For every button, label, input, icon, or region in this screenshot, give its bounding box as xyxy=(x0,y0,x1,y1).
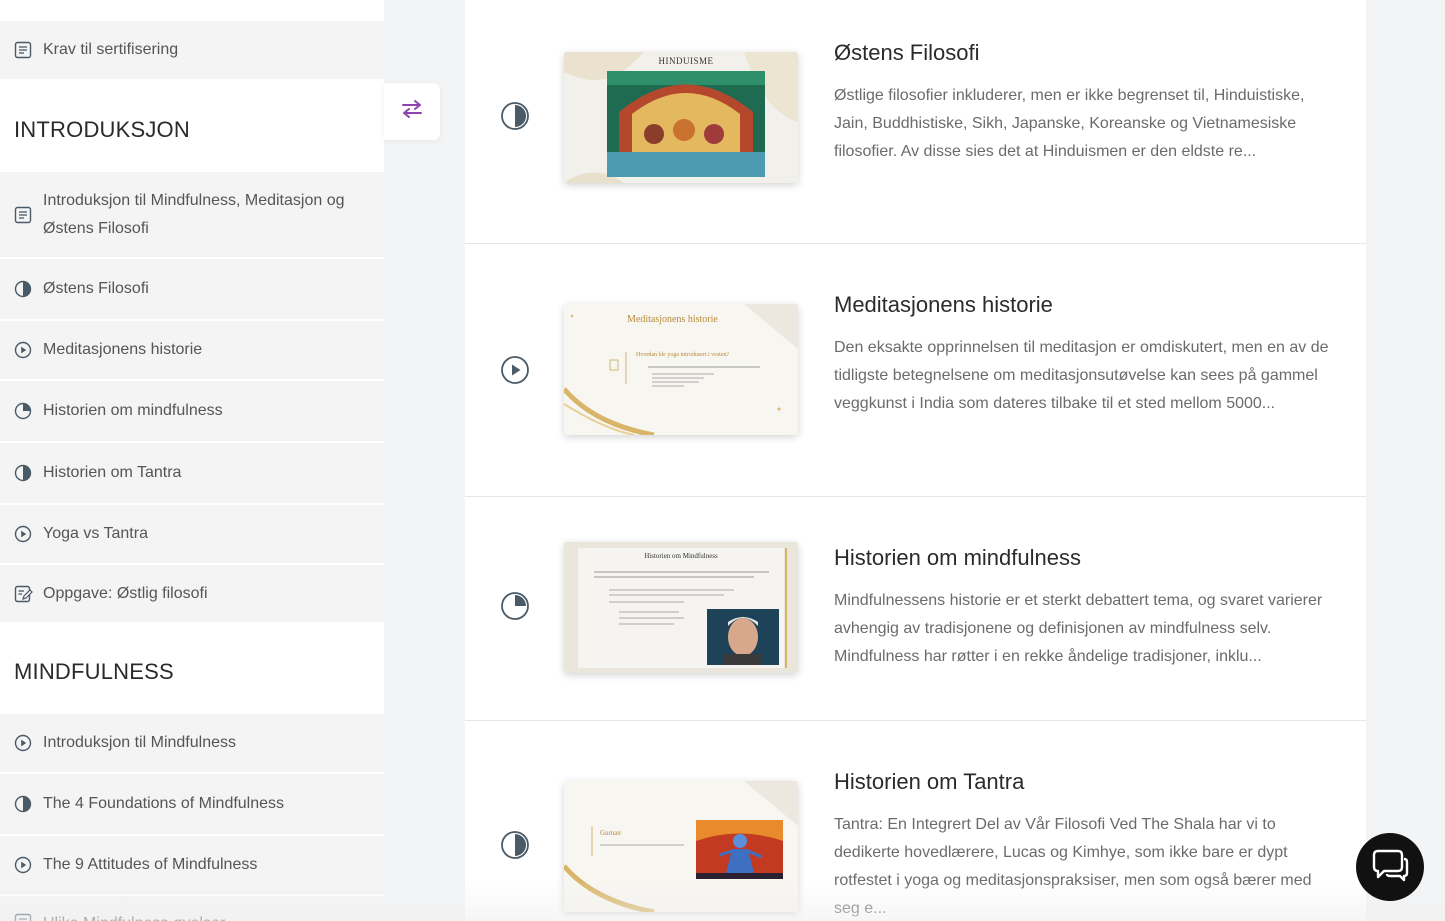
progress-half-icon xyxy=(13,279,33,299)
section-heading-mindfulness: MINDFULNESS xyxy=(0,632,384,712)
document-icon xyxy=(13,40,33,60)
play-icon xyxy=(13,340,33,360)
sidebar-item-introduksjon-til-mindfulness-video[interactable]: Introduksjon til Mindfulness xyxy=(0,714,384,772)
progress-half-icon xyxy=(13,463,33,483)
lesson-title[interactable]: Meditasjonens historie xyxy=(834,292,1053,318)
lesson-title[interactable]: Historien om mindfulness xyxy=(834,545,1081,571)
lesson-list: HINDUISME Østens Filosofi Østlige filoso… xyxy=(465,0,1366,921)
lesson-thumbnail[interactable]: Historien om Mindfulness xyxy=(564,542,798,673)
sidebar-item-meditasjonens-historie[interactable]: Meditasjonens historie xyxy=(0,321,384,379)
progress-half-icon xyxy=(500,830,530,860)
sidebar-item-label: Yoga vs Tantra xyxy=(43,525,148,542)
lesson-description: Tantra: En Integrert Del av Vår Filosofi… xyxy=(834,816,1312,917)
lesson-description: Mindfulnessens historie er et sterkt deb… xyxy=(834,592,1323,665)
thumbnail-title: Meditasjonens historie xyxy=(627,314,718,325)
progress-half-icon xyxy=(13,794,33,814)
lesson-title[interactable]: Østens Filosofi xyxy=(834,40,980,66)
course-sidebar: Krav til sertifisering INTRODUKSJON Intr… xyxy=(0,0,384,921)
lesson-description: Østlige filosofier inkluderer, men er ik… xyxy=(834,87,1305,160)
thumbnail-title: Gurnær xyxy=(600,829,622,837)
sidebar-item-label: Historien om Tantra xyxy=(43,464,182,481)
sidebar-item-label: The 4 Foundations of Mindfulness xyxy=(43,795,285,812)
chat-button[interactable] xyxy=(1356,833,1424,901)
play-icon xyxy=(500,355,530,385)
lesson-title[interactable]: Historien om Tantra xyxy=(834,769,1024,795)
document-icon xyxy=(13,205,33,225)
chat-bubbles-icon xyxy=(1370,847,1410,888)
document-icon xyxy=(13,913,33,921)
sidebar-toggle-button[interactable] xyxy=(384,83,440,140)
lesson-card-ostens-filosofi[interactable]: HINDUISME Østens Filosofi Østlige filoso… xyxy=(465,0,1366,244)
lesson-card-historien-om-tantra[interactable]: Gurnær Historien om Tantra Tantra: En In… xyxy=(465,721,1366,921)
sidebar-item-yoga-vs-tantra[interactable]: Yoga vs Tantra xyxy=(0,505,384,563)
section-title: MINDFULNESS xyxy=(14,659,174,684)
sidebar-item-label: Østens Filosofi xyxy=(43,280,149,297)
lesson-thumbnail[interactable]: Meditasjonens historie Hvordan ble yoga … xyxy=(564,304,798,435)
assignment-icon xyxy=(13,584,33,604)
thumbnail-subtitle: Hvordan ble yoga introdusert i vesten? xyxy=(636,352,730,358)
thumbnail-title: HINDUISME xyxy=(658,56,714,66)
lesson-description: Den eksakte opprinnelsen til meditasjon … xyxy=(834,339,1329,412)
lesson-card-historien-om-mindfulness[interactable]: Historien om Mindfulness Historien om mi… xyxy=(465,497,1366,721)
section-title: INTRODUKSJON xyxy=(14,117,190,142)
sidebar-item-label: Historien om mindfulness xyxy=(43,402,223,419)
sidebar-item-label: Ulike Mindfulness øvelser xyxy=(43,910,243,921)
lesson-thumbnail[interactable]: HINDUISME xyxy=(564,52,798,183)
sidebar-item-label: Krav til sertifisering xyxy=(43,41,179,58)
sidebar-item-oppgave-ostlig-filosofi[interactable]: Oppgave: Østlig filosofi xyxy=(0,565,384,622)
sidebar-item-introduksjon-til-mindfulness[interactable]: Introduksjon til Mindfulness, Meditasjon… xyxy=(0,172,384,257)
sidebar-item-9-attitudes[interactable]: The 9 Attitudes of Mindfulness xyxy=(0,836,384,894)
progress-half-icon xyxy=(500,101,530,131)
sidebar-item-label: Introduksjon til Mindfulness, Meditasjon… xyxy=(43,191,345,237)
play-icon xyxy=(13,524,33,544)
sidebar-item-historien-om-tantra[interactable]: Historien om Tantra xyxy=(0,443,384,503)
sidebar-item-krav-til-sertifisering[interactable]: Krav til sertifisering xyxy=(0,21,384,79)
sidebar-item-ulike-mindfulness-ovelser[interactable]: Ulike Mindfulness øvelser xyxy=(0,896,384,921)
sidebar-item-label: Introduksjon til Mindfulness xyxy=(43,734,236,751)
section-heading-introduksjon: INTRODUKSJON xyxy=(0,90,384,170)
swap-arrows-icon xyxy=(400,99,424,124)
sidebar-item-label: The 9 Attitudes of Mindfulness xyxy=(43,856,258,873)
lesson-card-meditasjonens-historie[interactable]: Meditasjonens historie Hvordan ble yoga … xyxy=(465,244,1366,497)
progress-quarter-icon xyxy=(13,401,33,421)
play-icon xyxy=(13,733,33,753)
sidebar-item-label: Meditasjonens historie xyxy=(43,341,203,358)
sidebar-item-historien-om-mindfulness[interactable]: Historien om mindfulness xyxy=(0,381,384,441)
sidebar-item-ostens-filosofi[interactable]: Østens Filosofi xyxy=(0,259,384,319)
lesson-thumbnail[interactable]: Gurnær xyxy=(564,781,798,912)
thumbnail-title: Historien om Mindfulness xyxy=(644,552,718,560)
sidebar-item-label: Oppgave: Østlig filosofi xyxy=(43,584,208,602)
progress-quarter-icon xyxy=(500,591,530,621)
sidebar-item-4-foundations[interactable]: The 4 Foundations of Mindfulness xyxy=(0,774,384,834)
play-icon xyxy=(13,855,33,875)
